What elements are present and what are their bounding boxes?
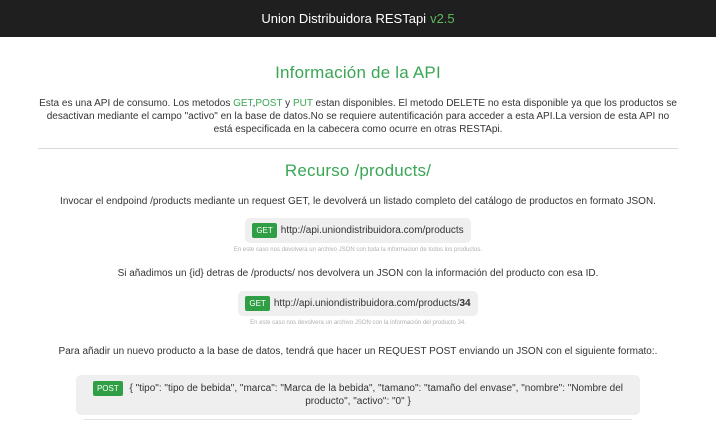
get-products-example: GET http://api.uniondistribuidora.com/pr… — [245, 218, 471, 243]
get-product-url: http://api.uniondistribuidora.com/produc… — [273, 298, 460, 309]
get-product-by-id-example: GET http://api.uniondistribuidora.com/pr… — [238, 291, 478, 316]
post-json-body: { "tipo": "tipo de bebida", "marca": "Ma… — [129, 383, 624, 407]
get-product-note: En este caso nos devolvera un archivo JS… — [250, 320, 466, 326]
resource-desc-1: Invocar el endpoind /products mediante u… — [60, 196, 656, 207]
info-and: y — [282, 98, 293, 109]
bottom-divider — [84, 419, 632, 420]
get-products-url: http://api.uniondistribuidora.com/produc… — [280, 225, 464, 236]
post-product-example: POST { "tipo": "tipo de bebida", "marca"… — [76, 375, 640, 415]
get-method-label: GET — [233, 98, 253, 109]
get-badge: GET — [252, 223, 277, 238]
section-divider — [38, 148, 678, 149]
version-label: v2.5 — [430, 11, 455, 26]
top-navbar: Union Distribuidora RESTapi v2.5 — [0, 0, 716, 37]
product-id: 34 — [459, 298, 471, 309]
post-badge: POST — [92, 381, 123, 396]
info-paragraph: Esta es una API de consumo. Los metodos … — [38, 97, 678, 136]
resource-desc-3: Para añadir un nuevo producto a la base … — [58, 346, 658, 357]
post-method-label: POST — [255, 98, 283, 109]
put-method-label: PUT — [292, 98, 313, 109]
resource-heading: Recurso /products/ — [284, 161, 432, 180]
get-badge: GET — [245, 296, 270, 311]
resource-desc-2: Si añadimos un {id} detras de /products/… — [117, 268, 599, 279]
info-heading: Información de la API — [275, 63, 441, 82]
main-content: Información de la API Esta es una API de… — [38, 63, 678, 420]
app-title: Union Distribuidora RESTapi — [261, 11, 427, 26]
get-products-note: En este caso nos devolvera un archivo JS… — [233, 247, 483, 253]
info-text-1: Esta es una API de consumo. Los metodos — [39, 98, 234, 109]
